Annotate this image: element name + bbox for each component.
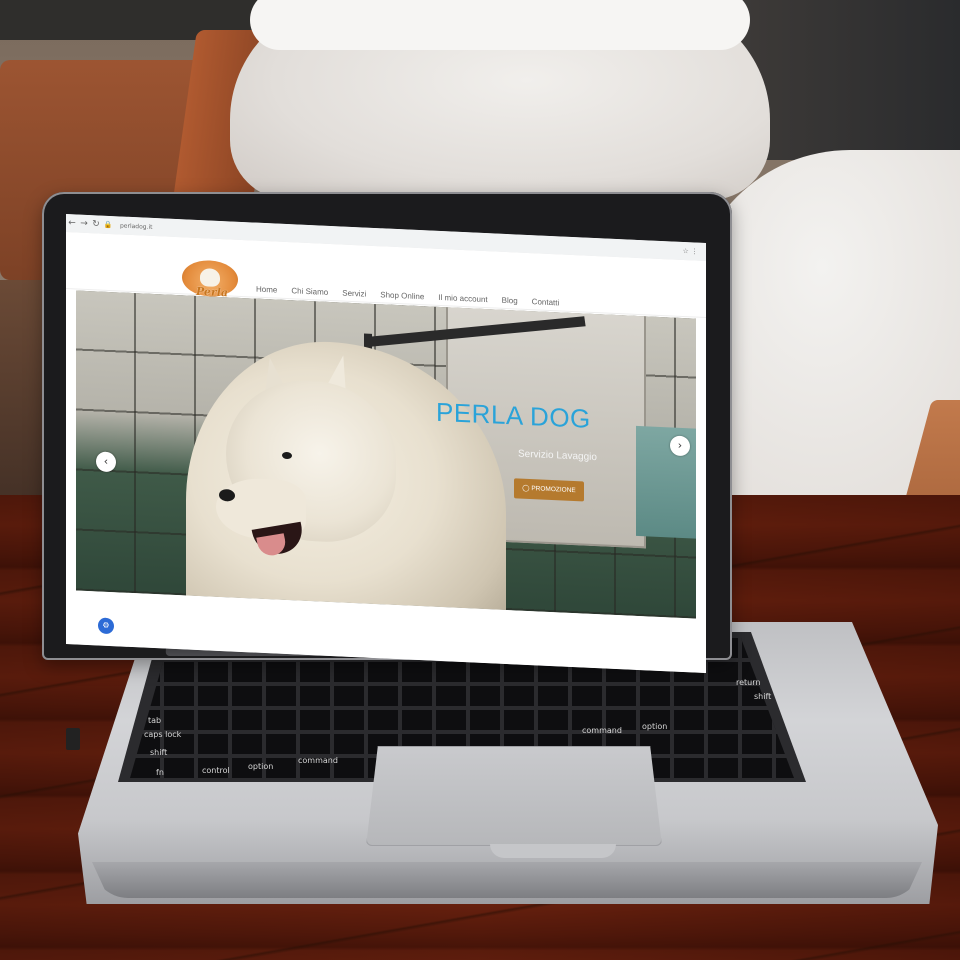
lid-notch xyxy=(490,844,616,858)
key-tab[interactable]: tab xyxy=(148,716,161,725)
key-option-right[interactable]: option xyxy=(642,722,667,731)
reload-icon[interactable]: ↻ xyxy=(90,219,102,230)
slider-next-icon[interactable]: › xyxy=(670,435,690,457)
background-seat-top xyxy=(250,0,750,50)
cookie-icon[interactable]: ⚙ xyxy=(98,617,114,635)
trackpad[interactable] xyxy=(366,746,662,846)
slider-prev-icon[interactable]: ‹ xyxy=(96,451,116,473)
key-caps-lock[interactable]: caps lock xyxy=(144,730,181,739)
key-option-left[interactable]: option xyxy=(248,762,273,771)
laptop-screen: ← → ↻ 🔒 perladog.it ☆ ⋮ Perla Dog Home C… xyxy=(66,214,706,674)
menu-item-account[interactable]: Il mio account xyxy=(438,293,487,304)
lock-icon: 🔒 xyxy=(103,220,113,230)
promo-button-label: PROMOZIONE xyxy=(531,485,576,495)
key-command-right[interactable]: command xyxy=(582,726,622,735)
key-control[interactable]: control xyxy=(202,766,230,775)
back-icon[interactable]: ← xyxy=(66,218,78,229)
background-dark-area xyxy=(740,0,960,160)
dog-tongue xyxy=(256,533,288,558)
promo-button[interactable]: ◯ PROMOZIONE xyxy=(514,478,584,502)
address-bar[interactable]: perladog.it xyxy=(120,222,153,230)
menu-item-servizi[interactable]: Servizi xyxy=(342,289,366,299)
key-fn[interactable]: fn xyxy=(156,768,164,777)
menu-item-blog[interactable]: Blog xyxy=(502,296,518,306)
menu-item-home[interactable]: Home xyxy=(256,285,277,295)
menu-item-shop-online[interactable]: Shop Online xyxy=(380,290,424,301)
promo-icon: ◯ xyxy=(522,484,532,493)
forward-icon[interactable]: → xyxy=(78,219,90,230)
menu-item-contatti[interactable]: Contatti xyxy=(532,297,560,307)
usb-port xyxy=(66,728,80,750)
dog-eye xyxy=(282,451,292,460)
key-shift[interactable]: shift xyxy=(150,748,167,757)
key-command-left[interactable]: command xyxy=(298,756,338,765)
laptop-base-front xyxy=(92,862,922,898)
browser-menu-icon[interactable]: ☆ ⋮ xyxy=(682,247,698,256)
menu-item-chi-siamo[interactable]: Chi Siamo xyxy=(291,286,328,297)
dog-nose xyxy=(219,488,235,502)
hero-slider: PERLA DOG Servizio Lavaggio ◯ PROMOZIONE… xyxy=(76,290,696,619)
key-shift-right[interactable]: shift xyxy=(754,692,771,701)
key-return[interactable]: return xyxy=(736,678,760,687)
